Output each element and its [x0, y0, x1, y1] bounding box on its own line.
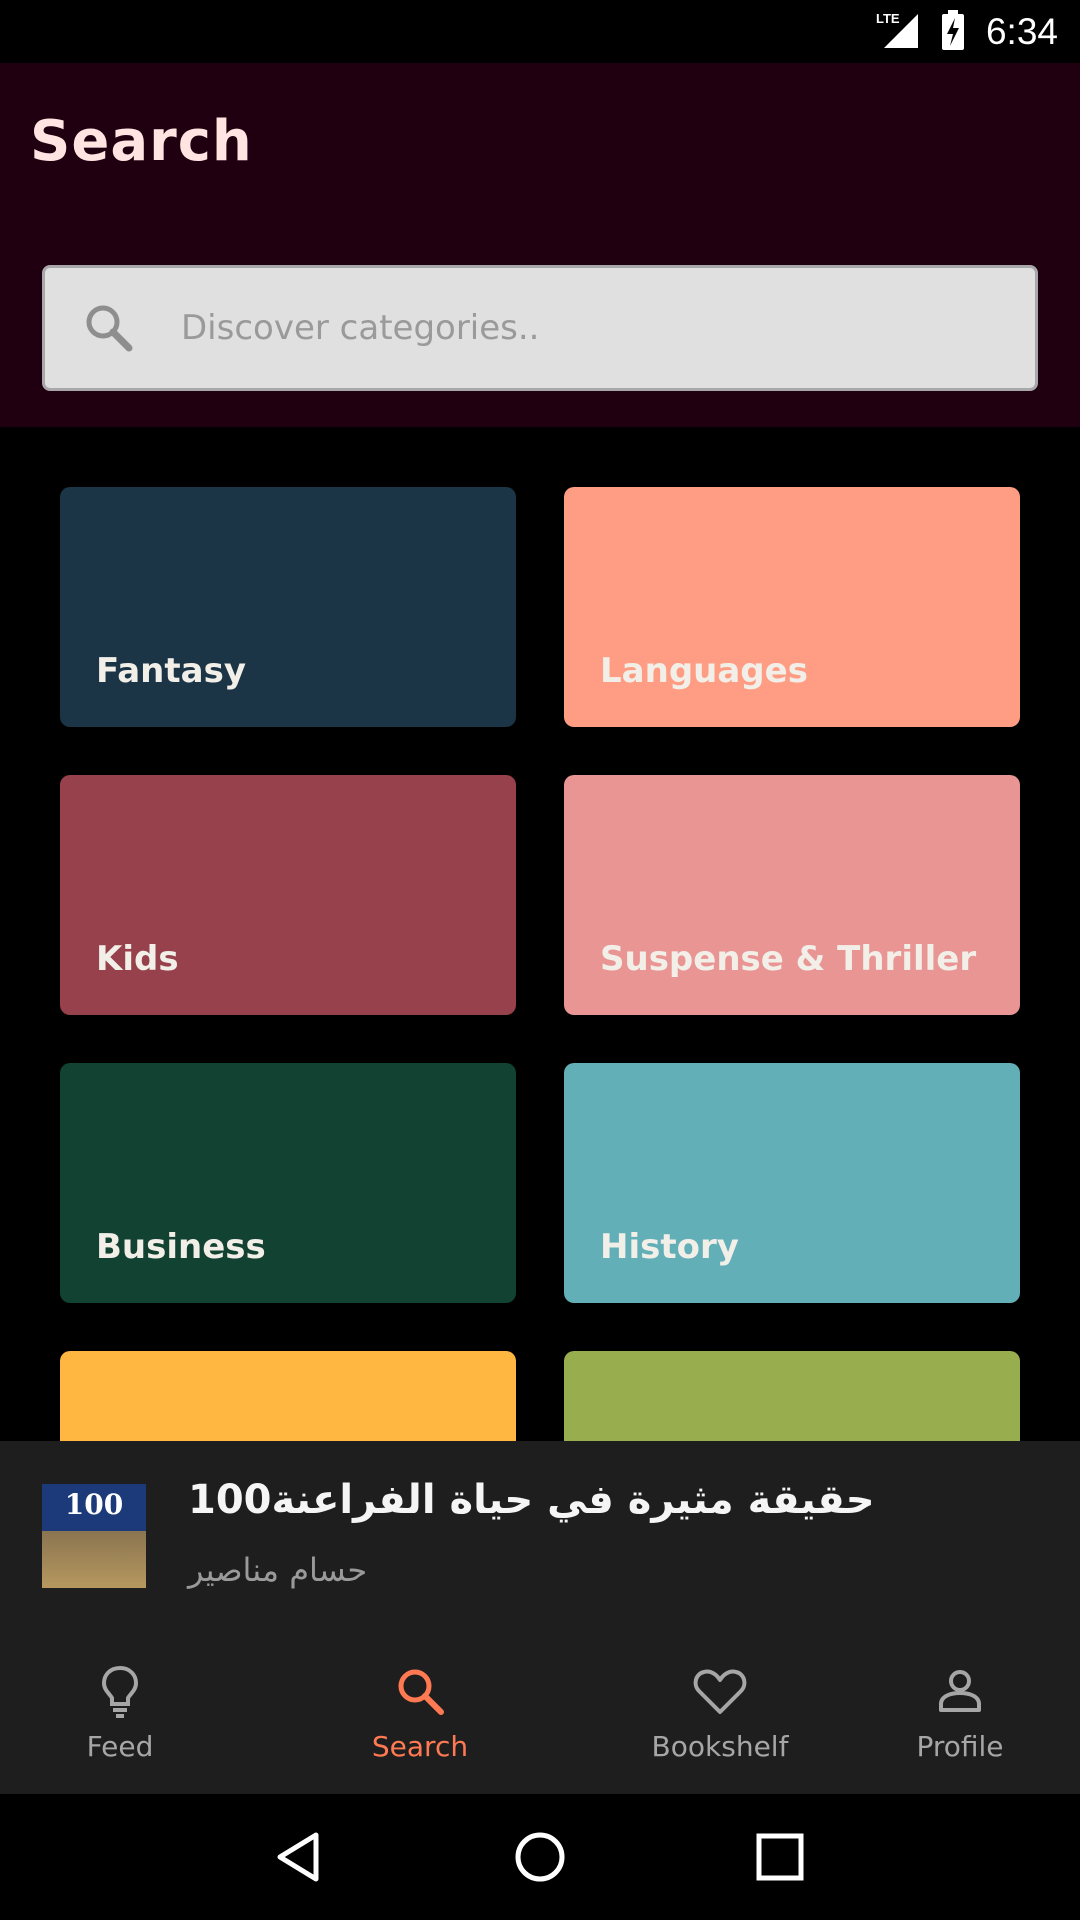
lightbulb-icon [101, 1665, 139, 1718]
back-icon[interactable] [272, 1829, 328, 1885]
category-tile-languages[interactable]: Languages [564, 487, 1020, 727]
category-tile-partial-left[interactable] [60, 1351, 516, 1441]
category-tile-business[interactable]: Business [60, 1063, 516, 1303]
recents-icon[interactable] [752, 1829, 808, 1885]
nav-item-search[interactable]: Search [240, 1631, 600, 1794]
book-author: حسام مناصير [188, 1551, 368, 1589]
category-grid: Fantasy Languages Kids Suspense & Thrill… [0, 427, 1080, 1441]
nav-item-profile[interactable]: Profile [840, 1631, 1080, 1794]
category-tile-partial-right[interactable] [564, 1351, 1020, 1441]
status-time: 6:34 [985, 10, 1058, 52]
person-icon [939, 1670, 981, 1712]
battery-charging-icon [940, 9, 966, 54]
category-label: Suspense & Thriller [600, 939, 977, 979]
nav-label-search: Search [371, 1730, 469, 1763]
nav-label-feed: Feed [86, 1730, 154, 1763]
book-title: 100حقيقة مثيرة في حياة الفراعنة [188, 1477, 875, 1523]
nav-item-feed[interactable]: Feed [0, 1631, 240, 1794]
nav-label-bookshelf: Bookshelf [651, 1730, 789, 1763]
cover-number: 100 [64, 1488, 124, 1521]
book-cover: 100 [42, 1484, 146, 1588]
search-bar[interactable] [42, 265, 1038, 391]
category-label: Business [96, 1227, 266, 1267]
search-icon [86, 305, 133, 352]
search-icon [398, 1669, 444, 1715]
category-tile-history[interactable]: History [564, 1063, 1020, 1303]
category-label: History [600, 1227, 739, 1267]
home-icon[interactable] [512, 1829, 568, 1885]
status-bar: LTE 6:34 [0, 0, 1080, 63]
nav-item-bookshelf[interactable]: Bookshelf [600, 1631, 840, 1794]
svg-text:LTE: LTE [876, 11, 900, 26]
category-tile-suspense-thriller[interactable]: Suspense & Thriller [564, 775, 1020, 1015]
bottom-navigation: Feed Search Bookshelf Profile [0, 1631, 1080, 1794]
search-input[interactable] [181, 308, 961, 348]
category-label: Fantasy [96, 651, 246, 691]
lte-signal-icon: LTE [874, 10, 920, 54]
nav-label-profile: Profile [916, 1730, 1004, 1763]
heart-icon [693, 1669, 747, 1714]
search-header: Search [0, 63, 1080, 427]
category-tile-kids[interactable]: Kids [60, 775, 516, 1015]
category-tile-fantasy[interactable]: Fantasy [60, 487, 516, 727]
mini-player[interactable]: 100 100حقيقة مثيرة في حياة الفراعنة حسام… [0, 1441, 1080, 1631]
category-label: Kids [96, 939, 179, 979]
category-label: Languages [600, 651, 808, 691]
system-navigation-bar [0, 1794, 1080, 1920]
page-title: Search [30, 109, 253, 174]
